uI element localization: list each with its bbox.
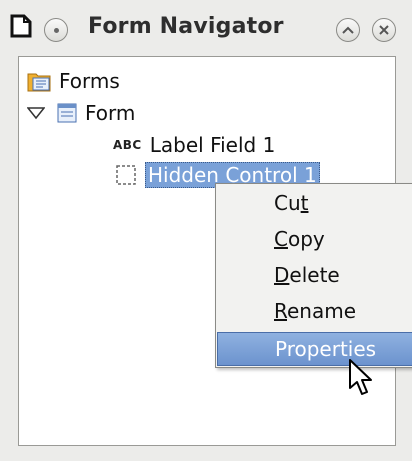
window-title: Form Navigator	[88, 14, 284, 39]
menu-item-properties[interactable]: Properties	[217, 332, 412, 366]
document-icon[interactable]	[10, 14, 32, 38]
menu-item-label: Rename	[274, 299, 357, 323]
menu-item-delete[interactable]: Delete	[217, 258, 412, 292]
context-menu: Cut Copy Delete Rename Properties	[215, 183, 412, 368]
tree-item-label-field[interactable]: ABC Label Field 1	[113, 131, 275, 159]
close-icon[interactable]	[372, 18, 396, 42]
menu-item-label: Cut	[274, 191, 309, 215]
tree-item-form[interactable]: Form	[27, 99, 135, 127]
menu-item-copy[interactable]: Copy	[217, 222, 412, 256]
tree-item-forms[interactable]: Forms	[27, 67, 120, 95]
abc-label-icon: ABC	[113, 138, 142, 152]
hidden-control-icon	[116, 165, 136, 185]
forms-folder-icon	[27, 73, 51, 92]
expand-arrow-icon[interactable]	[27, 106, 45, 120]
menu-item-cut[interactable]: Cut	[217, 186, 412, 220]
tree-item-label: Forms	[59, 69, 120, 93]
tree-item-label: Label Field 1	[149, 133, 276, 157]
form-icon	[57, 103, 77, 123]
title-bar: Form Navigator	[0, 0, 412, 56]
tree-item-label: Form	[85, 101, 136, 125]
menu-item-rename[interactable]: Rename	[217, 294, 412, 328]
menu-item-label: Delete	[274, 263, 340, 287]
collapse-icon[interactable]	[336, 18, 360, 42]
mouse-pointer-icon	[349, 359, 372, 395]
menu-item-label: Copy	[274, 227, 325, 251]
menu-circle-icon[interactable]	[44, 18, 68, 42]
